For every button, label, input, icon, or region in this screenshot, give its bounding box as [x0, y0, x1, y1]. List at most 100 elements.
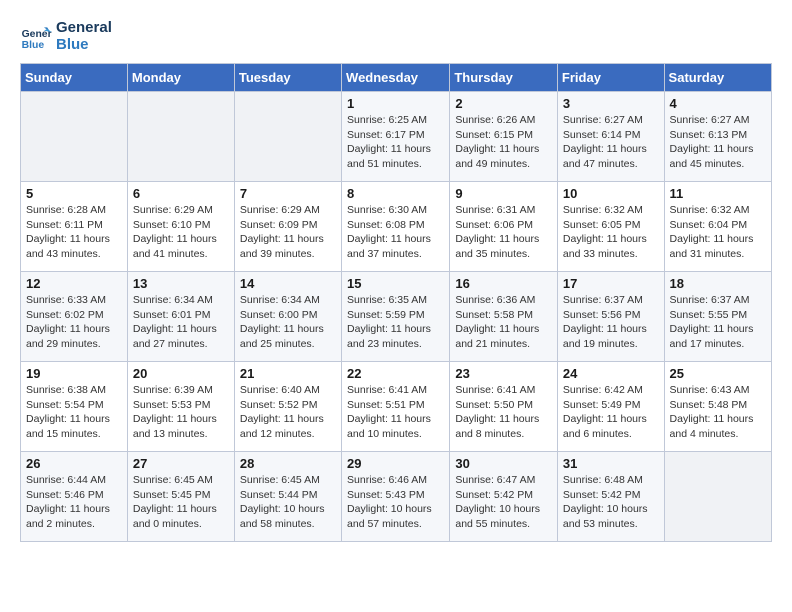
- day-number: 24: [563, 366, 659, 381]
- day-number: 3: [563, 96, 659, 111]
- calendar-cell: 23Sunrise: 6:41 AMSunset: 5:50 PMDayligh…: [450, 362, 558, 452]
- calendar-cell: 25Sunrise: 6:43 AMSunset: 5:48 PMDayligh…: [664, 362, 771, 452]
- weekday-header-sunday: Sunday: [21, 64, 128, 92]
- calendar-cell: 21Sunrise: 6:40 AMSunset: 5:52 PMDayligh…: [234, 362, 341, 452]
- calendar-cell: 9 Sunrise: 6:31 AMSunset: 6:06 PMDaylight…: [450, 182, 558, 272]
- day-number: 7: [240, 186, 336, 201]
- calendar-cell: 19 Sunrise: 6:38 AMSunset: 5:54 PMDayligh…: [21, 362, 128, 452]
- calendar-cell: 5 Sunrise: 6:28 AMSunset: 6:11 PMDaylight…: [21, 182, 128, 272]
- calendar-cell: 26Sunrise: 6:44 AMSunset: 5:46 PMDayligh…: [21, 452, 128, 542]
- day-number: 20: [133, 366, 229, 381]
- calendar-cell: 29 Sunrise: 6:46 AMSunset: 5:43 PMDayligh…: [342, 452, 450, 542]
- calendar-cell: 16Sunrise: 6:36 AMSunset: 5:58 PMDayligh…: [450, 272, 558, 362]
- calendar-header: SundayMondayTuesdayWednesdayThursdayFrid…: [21, 64, 772, 92]
- day-info: Sunrise: 6:34 AMSunset: 6:00 PMDaylight:…: [240, 293, 336, 352]
- day-number: 23: [455, 366, 552, 381]
- day-info: Sunrise: 6:27 AMSunset: 6:14 PMDaylight:…: [563, 113, 659, 172]
- day-number: 16: [455, 276, 552, 291]
- calendar-cell: 8 Sunrise: 6:30 AMSunset: 6:08 PMDaylight…: [342, 182, 450, 272]
- calendar-cell: 4 Sunrise: 6:27 AMSunset: 6:13 PMDaylight…: [664, 92, 771, 182]
- day-number: 12: [26, 276, 122, 291]
- calendar-cell: 7 Sunrise: 6:29 AMSunset: 6:09 PMDaylight…: [234, 182, 341, 272]
- day-info: Sunrise: 6:45 AMSunset: 5:44 PMDaylight:…: [240, 473, 336, 532]
- svg-text:Blue: Blue: [22, 40, 45, 51]
- calendar-cell: [664, 452, 771, 542]
- logo-general: General: [56, 20, 112, 37]
- day-number: 17: [563, 276, 659, 291]
- day-number: 25: [670, 366, 766, 381]
- day-info: Sunrise: 6:27 AMSunset: 6:13 PMDaylight:…: [670, 113, 766, 172]
- day-info: Sunrise: 6:38 AMSunset: 5:54 PMDaylight:…: [26, 383, 122, 442]
- day-info: Sunrise: 6:47 AMSunset: 5:42 PMDaylight:…: [455, 473, 552, 532]
- day-number: 10: [563, 186, 659, 201]
- day-info: Sunrise: 6:32 AMSunset: 6:04 PMDaylight:…: [670, 203, 766, 262]
- day-number: 30: [455, 456, 552, 471]
- day-number: 22: [347, 366, 444, 381]
- logo-icon: General Blue: [20, 21, 52, 53]
- day-number: 2: [455, 96, 552, 111]
- calendar-cell: 15Sunrise: 6:35 AMSunset: 5:59 PMDayligh…: [342, 272, 450, 362]
- day-number: 1: [347, 96, 444, 111]
- day-number: 11: [670, 186, 766, 201]
- calendar-week-1: 1Sunrise: 6:25 AMSunset: 6:17 PMDaylight…: [21, 92, 772, 182]
- day-number: 9: [455, 186, 552, 201]
- calendar-week-2: 5 Sunrise: 6:28 AMSunset: 6:11 PMDaylight…: [21, 182, 772, 272]
- logo: General Blue General Blue: [20, 20, 112, 53]
- day-number: 13: [133, 276, 229, 291]
- day-info: Sunrise: 6:26 AMSunset: 6:15 PMDaylight:…: [455, 113, 552, 172]
- day-info: Sunrise: 6:48 AMSunset: 5:42 PMDaylight:…: [563, 473, 659, 532]
- day-info: Sunrise: 6:42 AMSunset: 5:49 PMDaylight:…: [563, 383, 659, 442]
- calendar-cell: [21, 92, 128, 182]
- calendar-cell: 13Sunrise: 6:34 AMSunset: 6:01 PMDayligh…: [127, 272, 234, 362]
- calendar-cell: 28 Sunrise: 6:45 AMSunset: 5:44 PMDayligh…: [234, 452, 341, 542]
- day-number: 18: [670, 276, 766, 291]
- day-number: 31: [563, 456, 659, 471]
- day-info: Sunrise: 6:40 AMSunset: 5:52 PMDaylight:…: [240, 383, 336, 442]
- calendar-cell: 2 Sunrise: 6:26 AMSunset: 6:15 PMDaylight…: [450, 92, 558, 182]
- weekday-header-saturday: Saturday: [664, 64, 771, 92]
- calendar-week-3: 12 Sunrise: 6:33 AMSunset: 6:02 PMDayligh…: [21, 272, 772, 362]
- day-number: 5: [26, 186, 122, 201]
- calendar-cell: 22 Sunrise: 6:41 AMSunset: 5:51 PMDayligh…: [342, 362, 450, 452]
- day-number: 14: [240, 276, 336, 291]
- day-number: 8: [347, 186, 444, 201]
- calendar-cell: 31 Sunrise: 6:48 AMSunset: 5:42 PMDayligh…: [557, 452, 664, 542]
- day-info: Sunrise: 6:28 AMSunset: 6:11 PMDaylight:…: [26, 203, 122, 262]
- day-info: Sunrise: 6:29 AMSunset: 6:10 PMDaylight:…: [133, 203, 229, 262]
- weekday-header-friday: Friday: [557, 64, 664, 92]
- calendar-cell: 12 Sunrise: 6:33 AMSunset: 6:02 PMDayligh…: [21, 272, 128, 362]
- calendar-cell: 3 Sunrise: 6:27 AMSunset: 6:14 PMDaylight…: [557, 92, 664, 182]
- day-info: Sunrise: 6:30 AMSunset: 6:08 PMDaylight:…: [347, 203, 444, 262]
- calendar-body: 1Sunrise: 6:25 AMSunset: 6:17 PMDaylight…: [21, 92, 772, 542]
- day-number: 4: [670, 96, 766, 111]
- calendar-cell: 20Sunrise: 6:39 AMSunset: 5:53 PMDayligh…: [127, 362, 234, 452]
- calendar-week-4: 19 Sunrise: 6:38 AMSunset: 5:54 PMDayligh…: [21, 362, 772, 452]
- day-number: 28: [240, 456, 336, 471]
- day-number: 26: [26, 456, 122, 471]
- day-info: Sunrise: 6:33 AMSunset: 6:02 PMDaylight:…: [26, 293, 122, 352]
- day-number: 15: [347, 276, 444, 291]
- day-info: Sunrise: 6:31 AMSunset: 6:06 PMDaylight:…: [455, 203, 552, 262]
- weekday-header-tuesday: Tuesday: [234, 64, 341, 92]
- calendar-cell: 6Sunrise: 6:29 AMSunset: 6:10 PMDaylight…: [127, 182, 234, 272]
- calendar-week-5: 26Sunrise: 6:44 AMSunset: 5:46 PMDayligh…: [21, 452, 772, 542]
- day-info: Sunrise: 6:45 AMSunset: 5:45 PMDaylight:…: [133, 473, 229, 532]
- day-info: Sunrise: 6:37 AMSunset: 5:56 PMDaylight:…: [563, 293, 659, 352]
- calendar-cell: 18Sunrise: 6:37 AMSunset: 5:55 PMDayligh…: [664, 272, 771, 362]
- weekday-header-row: SundayMondayTuesdayWednesdayThursdayFrid…: [21, 64, 772, 92]
- calendar-cell: 10Sunrise: 6:32 AMSunset: 6:05 PMDayligh…: [557, 182, 664, 272]
- weekday-header-monday: Monday: [127, 64, 234, 92]
- logo-blue: Blue: [56, 37, 112, 54]
- calendar-cell: 27Sunrise: 6:45 AMSunset: 5:45 PMDayligh…: [127, 452, 234, 542]
- calendar-cell: 14 Sunrise: 6:34 AMSunset: 6:00 PMDayligh…: [234, 272, 341, 362]
- day-info: Sunrise: 6:46 AMSunset: 5:43 PMDaylight:…: [347, 473, 444, 532]
- calendar-table: SundayMondayTuesdayWednesdayThursdayFrid…: [20, 63, 772, 542]
- day-number: 29: [347, 456, 444, 471]
- calendar-cell: [234, 92, 341, 182]
- day-info: Sunrise: 6:29 AMSunset: 6:09 PMDaylight:…: [240, 203, 336, 262]
- calendar-cell: 17 Sunrise: 6:37 AMSunset: 5:56 PMDayligh…: [557, 272, 664, 362]
- day-info: Sunrise: 6:41 AMSunset: 5:51 PMDaylight:…: [347, 383, 444, 442]
- weekday-header-thursday: Thursday: [450, 64, 558, 92]
- day-number: 19: [26, 366, 122, 381]
- weekday-header-wednesday: Wednesday: [342, 64, 450, 92]
